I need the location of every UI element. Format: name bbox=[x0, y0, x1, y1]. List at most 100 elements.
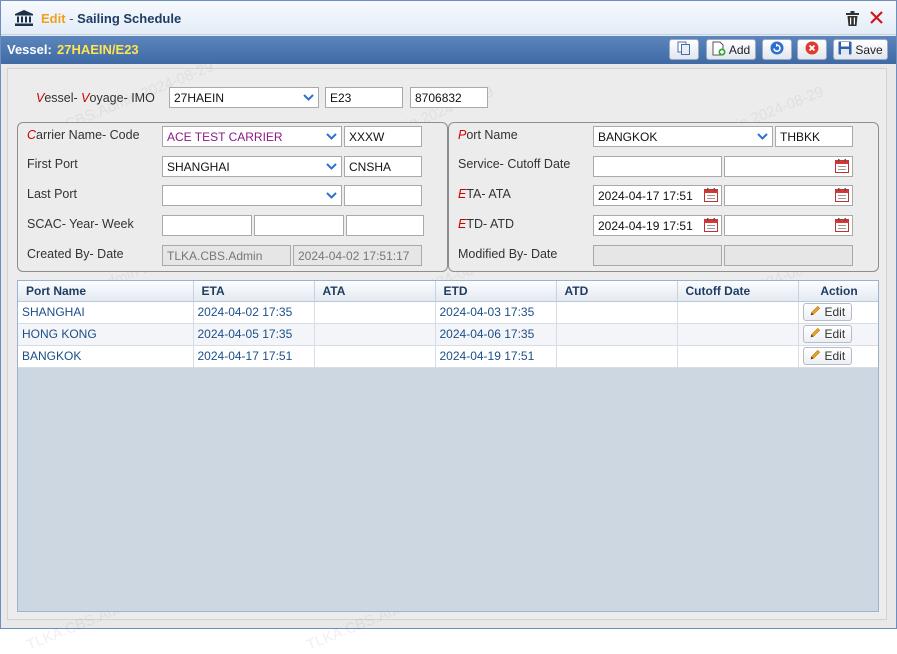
column-header-atd[interactable]: ATD bbox=[556, 281, 678, 302]
edit-row-button[interactable]: Edit bbox=[802, 347, 853, 365]
etd-field-value: 2024-04-19 17:51 bbox=[598, 219, 693, 233]
cell-port-name: HONG KONG bbox=[18, 323, 194, 346]
cancel-button[interactable] bbox=[797, 39, 827, 60]
table-row[interactable]: SHANGHAI 2024-04-02 17:35 2024-04-03 17:… bbox=[18, 301, 878, 324]
add-button[interactable]: Add bbox=[706, 39, 756, 60]
created-by-field: TLKA.CBS.Admin bbox=[162, 245, 291, 266]
calendar-icon[interactable] bbox=[704, 188, 718, 205]
etd-atd-label: ETD- ATD bbox=[458, 217, 515, 231]
eta-ata-label: ETA- ATA bbox=[458, 187, 511, 201]
service-field[interactable] bbox=[593, 156, 722, 177]
column-header-ata[interactable]: ATA bbox=[314, 281, 436, 302]
last-port-code-field[interactable] bbox=[344, 185, 422, 206]
edit-button-label: Edit bbox=[824, 327, 846, 341]
imo-field[interactable]: 8706832 bbox=[410, 87, 488, 108]
chevron-down-icon[interactable] bbox=[298, 88, 318, 107]
column-header-etd[interactable]: ETD bbox=[435, 281, 557, 302]
title-separator: - bbox=[69, 11, 74, 26]
edit-button-label: Edit bbox=[824, 305, 846, 319]
close-icon[interactable] bbox=[870, 11, 883, 27]
vessel-value: 27HAEIN/E23 bbox=[57, 42, 139, 57]
cell-ata bbox=[314, 323, 436, 346]
bank-icon bbox=[15, 10, 33, 29]
created-date-field: 2024-04-02 17:51:17 bbox=[293, 245, 422, 266]
created-by-date-label: Created By- Date bbox=[27, 247, 124, 261]
window-title: Edit - Sailing Schedule bbox=[41, 11, 181, 26]
cell-action: Edit bbox=[798, 301, 878, 324]
column-header-action: Action bbox=[798, 281, 878, 302]
refresh-button[interactable] bbox=[762, 39, 792, 60]
week-field[interactable] bbox=[346, 215, 424, 236]
cancel-icon bbox=[805, 41, 819, 58]
title-label: Sailing Schedule bbox=[77, 11, 182, 26]
calendar-icon[interactable] bbox=[835, 218, 849, 235]
cell-cutoff-date bbox=[677, 301, 799, 324]
copy-button[interactable] bbox=[669, 39, 699, 60]
refresh-icon bbox=[770, 41, 784, 58]
first-port-select[interactable]: SHANGHAI bbox=[162, 156, 342, 177]
last-port-select[interactable] bbox=[162, 185, 342, 206]
cell-atd bbox=[556, 301, 678, 324]
port-select[interactable]: BANGKOK bbox=[593, 126, 773, 147]
modified-date-field bbox=[724, 245, 853, 266]
modified-by-date-label: Modified By- Date bbox=[458, 247, 558, 261]
edit-row-button[interactable]: Edit bbox=[802, 325, 853, 343]
first-port-label: First Port bbox=[27, 157, 78, 171]
column-header-port-name[interactable]: Port Name bbox=[18, 281, 194, 302]
cutoff-date-field[interactable] bbox=[724, 156, 853, 177]
chevron-down-icon[interactable] bbox=[752, 127, 772, 146]
eta-field-value: 2024-04-17 17:51 bbox=[598, 189, 693, 203]
eta-field[interactable]: 2024-04-17 17:51 bbox=[593, 185, 722, 206]
cell-eta: 2024-04-05 17:35 bbox=[193, 323, 315, 346]
grid-header-row: Port Name ETA ATA ETD ATD Cutoff Date Ac… bbox=[18, 281, 878, 302]
cell-etd: 2024-04-06 17:35 bbox=[435, 323, 557, 346]
last-port-label: Last Port bbox=[27, 187, 78, 201]
pencil-icon bbox=[810, 327, 821, 341]
calendar-icon[interactable] bbox=[704, 218, 718, 235]
chevron-down-icon[interactable] bbox=[321, 157, 341, 176]
port-name-label: Port Name bbox=[458, 128, 518, 142]
cell-atd bbox=[556, 323, 678, 346]
add-button-label: Add bbox=[728, 42, 751, 57]
cell-port-name: BANGKOK bbox=[18, 345, 194, 368]
chevron-down-icon[interactable] bbox=[321, 127, 341, 146]
pencil-icon bbox=[810, 305, 821, 319]
trash-icon[interactable] bbox=[846, 11, 859, 29]
title-bar: Edit - Sailing Schedule bbox=[1, 1, 896, 35]
year-field[interactable] bbox=[254, 215, 344, 236]
cell-cutoff-date bbox=[677, 345, 799, 368]
pencil-icon bbox=[810, 349, 821, 363]
carrier-name-code-label: Carrier Name- Code bbox=[27, 128, 140, 142]
cell-eta: 2024-04-17 17:51 bbox=[193, 345, 315, 368]
modified-by-field bbox=[593, 245, 722, 266]
first-port-select-value: SHANGHAI bbox=[167, 160, 230, 174]
chevron-down-icon[interactable] bbox=[321, 186, 341, 205]
carrier-code-field[interactable]: XXXW bbox=[344, 126, 422, 147]
table-row[interactable]: BANGKOK 2024-04-17 17:51 2024-04-19 17:5… bbox=[18, 345, 878, 368]
column-header-eta[interactable]: ETA bbox=[193, 281, 315, 302]
voyage-field[interactable]: E23 bbox=[325, 87, 403, 108]
scac-year-week-label: SCAC- Year- Week bbox=[27, 217, 134, 231]
etd-field[interactable]: 2024-04-19 17:51 bbox=[593, 215, 722, 236]
atd-field[interactable] bbox=[724, 215, 853, 236]
vessel-toolbar: Vessel: 27HAEIN/E23 Add Save bbox=[1, 36, 896, 64]
calendar-icon[interactable] bbox=[835, 159, 849, 176]
schedule-grid: Port Name ETA ATA ETD ATD Cutoff Date Ac… bbox=[17, 280, 879, 612]
service-cutoff-label: Service- Cutoff Date bbox=[458, 157, 571, 171]
cell-etd: 2024-04-03 17:35 bbox=[435, 301, 557, 324]
edit-row-button[interactable]: Edit bbox=[802, 303, 853, 321]
vessel-select[interactable]: 27HAEIN bbox=[169, 87, 319, 108]
column-header-cutoff-date[interactable]: Cutoff Date bbox=[677, 281, 799, 302]
first-port-code-field[interactable]: CNSHA bbox=[344, 156, 422, 177]
scac-field[interactable] bbox=[162, 215, 252, 236]
ata-field[interactable] bbox=[724, 185, 853, 206]
cell-port-name: SHANGHAI bbox=[18, 301, 194, 324]
add-document-icon bbox=[712, 41, 726, 59]
port-code-field[interactable]: THBKK bbox=[775, 126, 853, 147]
table-row[interactable]: HONG KONG 2024-04-05 17:35 2024-04-06 17… bbox=[18, 323, 878, 346]
carrier-select[interactable]: ACE TEST CARRIER bbox=[162, 126, 342, 147]
calendar-icon[interactable] bbox=[835, 188, 849, 205]
cell-etd: 2024-04-19 17:51 bbox=[435, 345, 557, 368]
port-select-value: BANGKOK bbox=[598, 130, 658, 144]
save-button[interactable]: Save bbox=[833, 39, 888, 60]
